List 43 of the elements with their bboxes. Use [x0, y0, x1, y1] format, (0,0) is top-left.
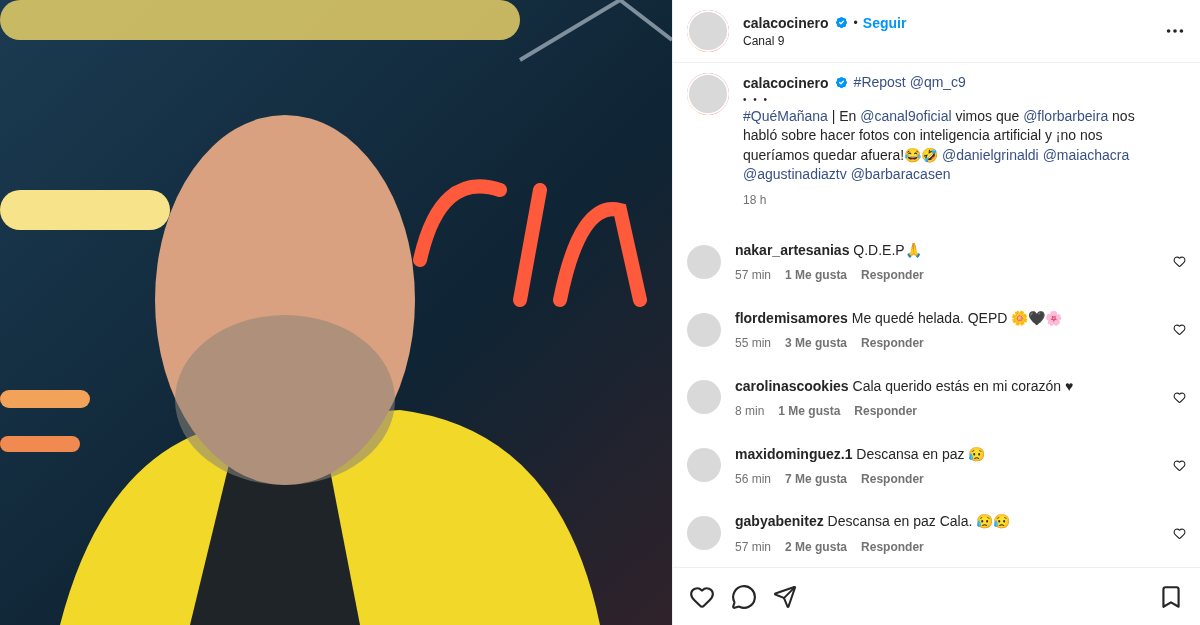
link[interactable]: @danielgrinaldi [942, 145, 1039, 165]
heart-icon[interactable] [1173, 323, 1186, 337]
comment-time: 57 min [735, 268, 772, 283]
comment-text: carolinascookies Cala querido estás en mi corazón ♥ [735, 376, 1075, 396]
comment-icon[interactable] [731, 583, 757, 610]
comment-text: gabyabenitez Descansa en paz Cala. 😥😥 [735, 512, 1012, 532]
comment-time: 55 min [735, 336, 772, 351]
separator: • [853, 15, 858, 30]
link[interactable]: #QuéMañana [743, 106, 828, 126]
share-icon[interactable] [773, 584, 797, 609]
link[interactable]: @florbarbeira [1023, 106, 1109, 126]
heart-icon[interactable] [1173, 390, 1186, 404]
caption-dots: • • • [743, 92, 770, 107]
comment-time: 56 min [735, 472, 772, 486]
heart-icon[interactable] [1173, 458, 1186, 472]
reply-button[interactable]: Responder [861, 472, 924, 486]
comment-text: nakar_artesanias Q.D.E.P🙏 [735, 241, 923, 260]
link[interactable]: #Repost [853, 73, 906, 93]
heart-icon[interactable] [1173, 255, 1186, 269]
comment-time: 57 min [735, 539, 772, 554]
caption-text: #QuéMañana | En @canal9oficial vimos que @florbarbeira nos habló sobre hacer fotos con inteligencia artificial y ¡no nos queríamos quedar afuera!😂🤣 @danielgrinaldi @maiachacra @agustinadiaztv @barbaracasen [743, 106, 1146, 185]
link[interactable]: @maiachacra [1042, 145, 1130, 165]
likes-count[interactable]: 1 Me gusta [785, 268, 848, 283]
comment-text: maxidominguez.1 Descansa en paz 😥 [735, 444, 987, 464]
reply-button[interactable]: Responder [861, 539, 924, 554]
link[interactable]: @qm_c9 [909, 73, 966, 93]
username[interactable]: calacocinero [743, 74, 829, 91]
comment-text: flordemisamores Me quedé helada. QEPD 🌼🖤🌸 [735, 308, 1064, 328]
location[interactable]: Canal 9 [743, 33, 1150, 48]
post-time: 18 h [743, 192, 767, 207]
link[interactable]: @agustinadiaztv [743, 165, 847, 185]
likes-count[interactable]: 7 Me gusta [785, 472, 848, 486]
likes-count[interactable]: 1 Me gusta [778, 404, 841, 419]
reply-button[interactable]: Responder [861, 268, 924, 283]
likes-count[interactable]: 3 Me gusta [785, 336, 848, 351]
likes-count[interactable]: 2 Me gusta [785, 539, 848, 554]
comment-time: 8 min [735, 404, 765, 419]
reply-button[interactable]: Responder [861, 336, 924, 351]
reply-button[interactable]: Responder [854, 404, 918, 419]
heart-icon[interactable] [1173, 526, 1186, 540]
username[interactable]: calacocinero [743, 14, 829, 31]
link[interactable]: @canal9oficial [860, 106, 952, 126]
link[interactable]: @barbaracasen [850, 165, 951, 185]
